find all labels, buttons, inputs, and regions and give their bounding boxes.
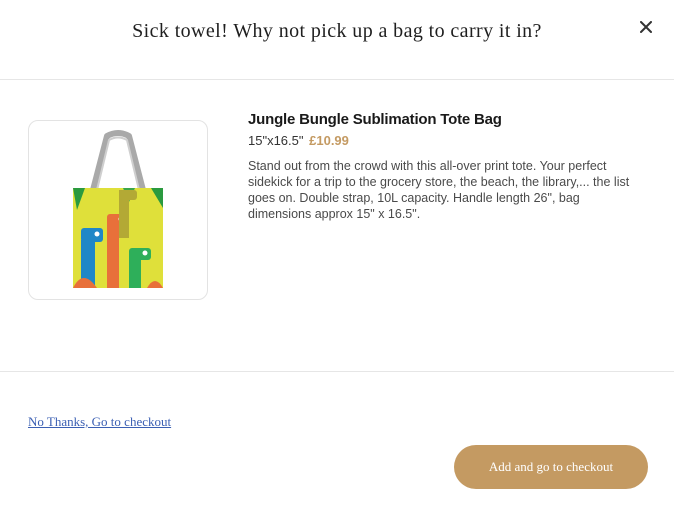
product-info: Jungle Bungle Sublimation Tote Bag 15"x1…: [248, 111, 638, 222]
close-button[interactable]: [634, 15, 658, 39]
decline-link[interactable]: No Thanks, Go to checkout: [28, 414, 171, 430]
close-icon: [640, 21, 652, 33]
product-price: £10.99: [309, 133, 349, 148]
product-name: Jungle Bungle Sublimation Tote Bag: [248, 111, 502, 128]
modal-header: Sick towel! Why not pick up a bag to car…: [0, 0, 674, 80]
footer-divider: [0, 371, 674, 372]
add-to-checkout-button[interactable]: Add and go to checkout: [454, 445, 648, 489]
product-image: [28, 120, 208, 300]
variant-line: 15"x16.5" £10.99: [248, 133, 638, 148]
product-description: Stand out from the crowd with this all-o…: [248, 159, 630, 221]
product-size: 15"x16.5": [248, 133, 304, 148]
modal-title: Sick towel! Why not pick up a bag to car…: [132, 20, 542, 42]
tote-bag-image: [73, 129, 163, 288]
